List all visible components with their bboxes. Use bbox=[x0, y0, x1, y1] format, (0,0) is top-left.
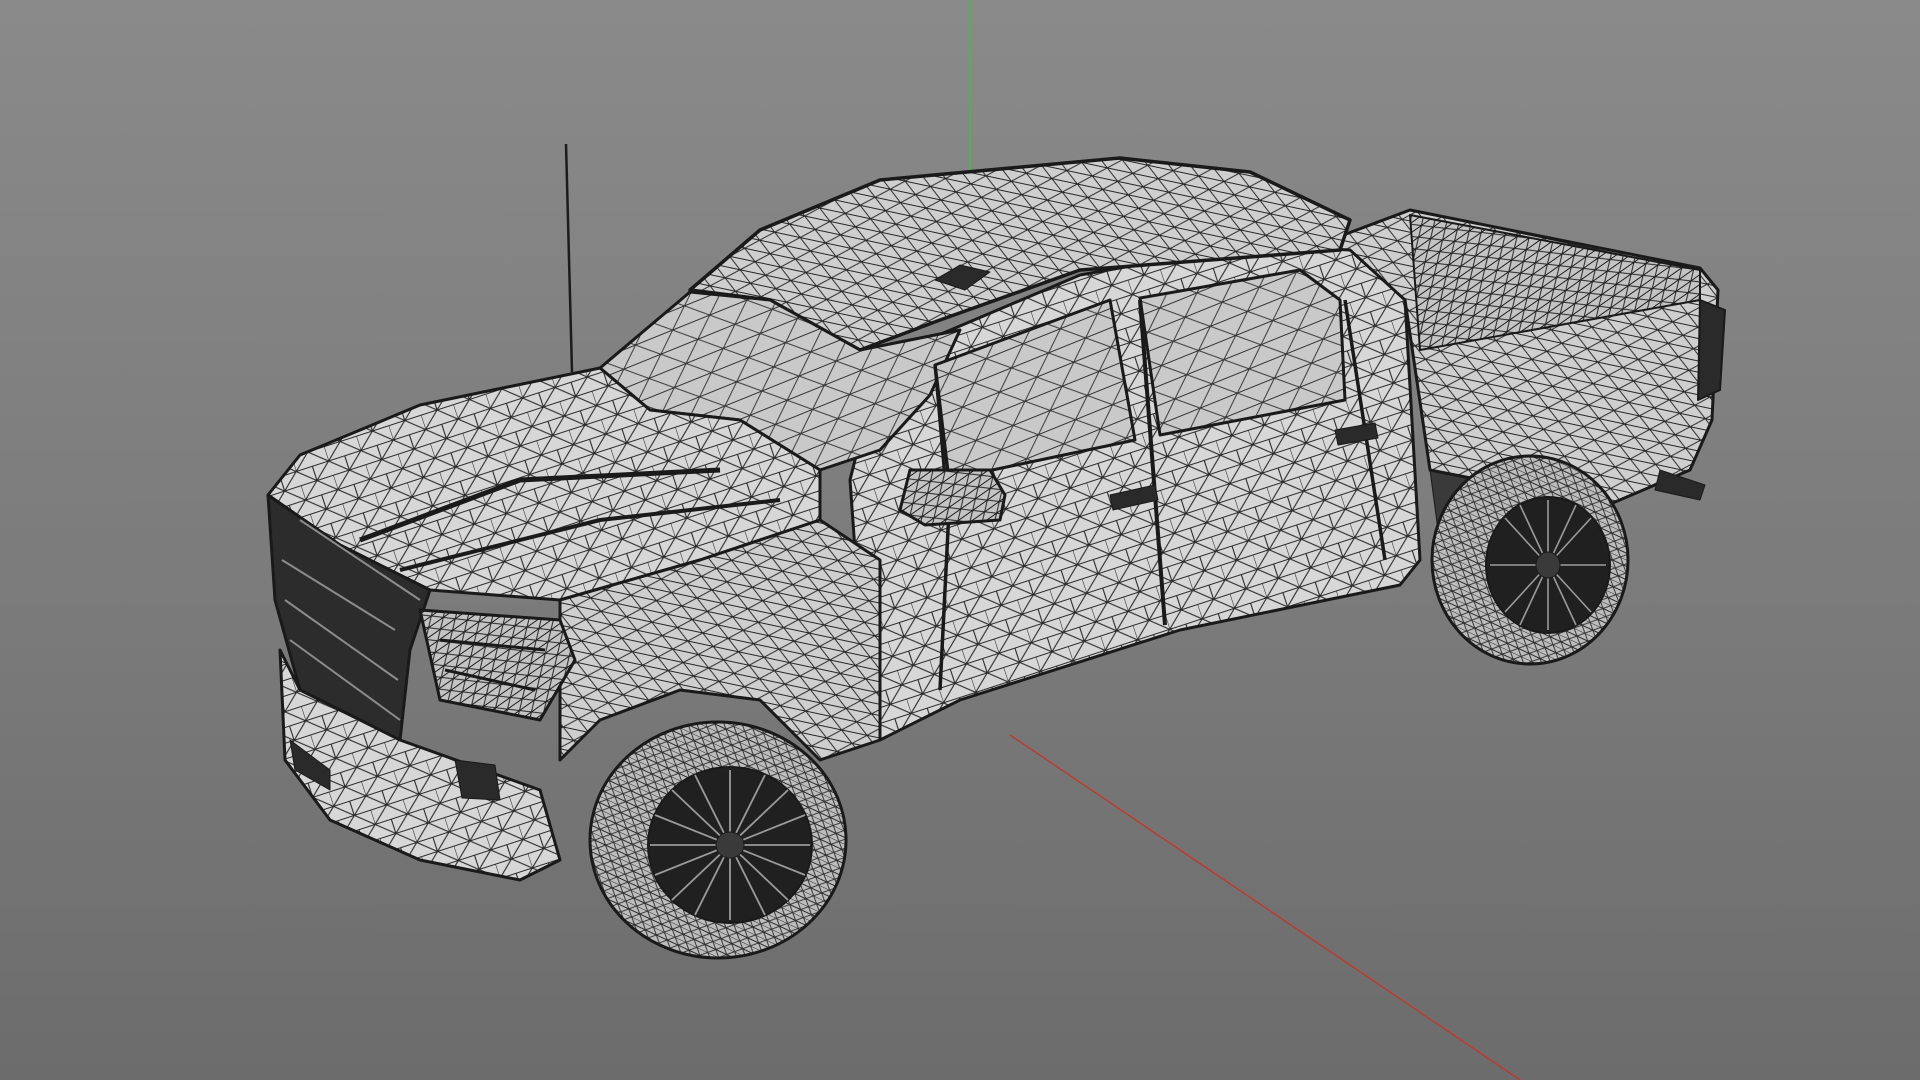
tail-light bbox=[1697, 299, 1726, 401]
side-mirror bbox=[898, 468, 1007, 527]
viewport-canvas[interactable] bbox=[0, 0, 1920, 1080]
antenna bbox=[564, 143, 574, 373]
truck-wireframe-model[interactable] bbox=[266, 156, 1726, 960]
headlight bbox=[418, 608, 577, 722]
rear-wheel bbox=[1430, 454, 1630, 666]
front-wheel bbox=[588, 720, 848, 960]
x-axis-line bbox=[1009, 734, 1521, 1080]
fog-light bbox=[454, 759, 501, 801]
3d-viewport[interactable] bbox=[0, 0, 1920, 1080]
